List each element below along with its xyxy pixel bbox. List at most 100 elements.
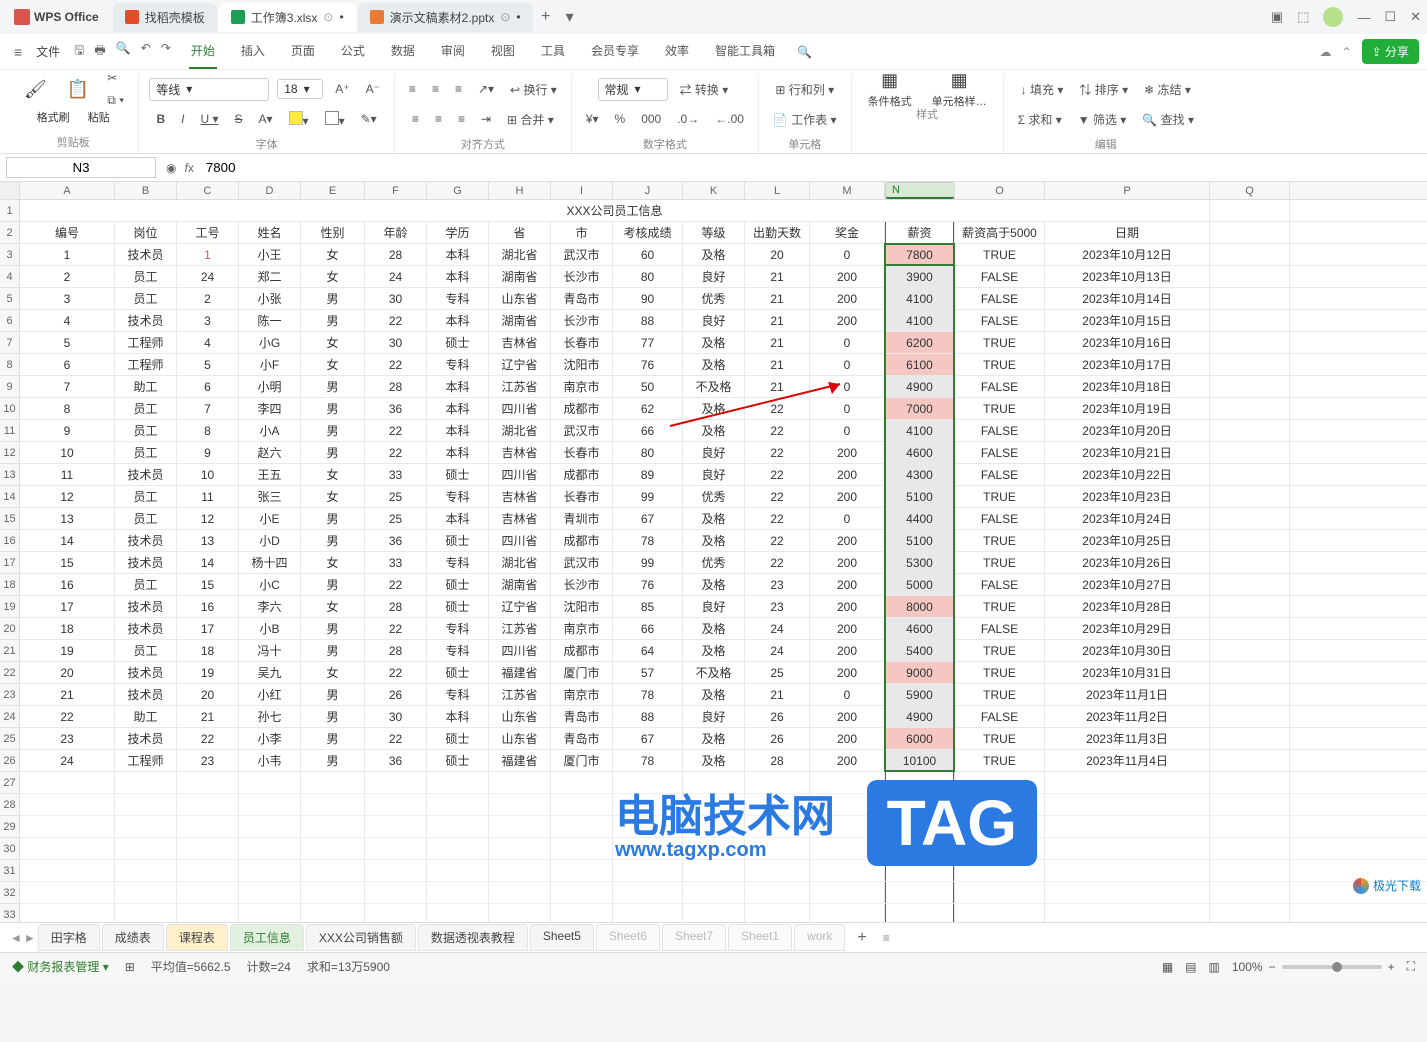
cell[interactable]: 4600 bbox=[885, 442, 955, 463]
menu-tab[interactable]: 视图 bbox=[489, 34, 517, 69]
font-size-select[interactable]: 18▾ bbox=[277, 79, 323, 99]
row-header[interactable]: 11 bbox=[0, 420, 20, 442]
menu-tab[interactable]: 智能工具箱 bbox=[713, 34, 777, 69]
cell[interactable]: 62 bbox=[613, 398, 683, 419]
cell[interactable]: 女 bbox=[301, 332, 365, 353]
menu-tab[interactable]: 页面 bbox=[289, 34, 317, 69]
row-header[interactable]: 17 bbox=[0, 552, 20, 574]
cell[interactable]: 长沙市 bbox=[551, 574, 613, 595]
cell[interactable] bbox=[427, 794, 489, 815]
convert-button[interactable]: ⇄ 转换 ▾ bbox=[676, 79, 733, 100]
row-header[interactable]: 21 bbox=[0, 640, 20, 662]
share-button[interactable]: ⇪ 分享 bbox=[1362, 39, 1419, 64]
cell[interactable]: 工程师 bbox=[115, 332, 177, 353]
cell[interactable] bbox=[489, 838, 551, 859]
menu-tab[interactable]: 审阅 bbox=[439, 34, 467, 69]
cell[interactable]: 7 bbox=[177, 398, 239, 419]
conditional-format-button[interactable]: ▦条件格式 bbox=[862, 66, 918, 113]
cell[interactable]: 及格 bbox=[683, 640, 745, 661]
cell[interactable]: 技术员 bbox=[115, 596, 177, 617]
cell[interactable] bbox=[551, 904, 613, 922]
undo-icon[interactable]: ↶ bbox=[141, 41, 151, 62]
cell[interactable]: 专科 bbox=[427, 288, 489, 309]
cell[interactable]: 山东省 bbox=[489, 706, 551, 727]
cell[interactable]: 吉林省 bbox=[489, 442, 551, 463]
cell[interactable] bbox=[489, 904, 551, 922]
cell[interactable] bbox=[489, 794, 551, 815]
cell[interactable]: 及格 bbox=[683, 618, 745, 639]
row-header[interactable]: 32 bbox=[0, 882, 20, 904]
cell[interactable]: 2023年10月29日 bbox=[1045, 618, 1210, 639]
cell[interactable] bbox=[683, 882, 745, 903]
cell[interactable] bbox=[683, 860, 745, 881]
row-header[interactable]: 1 bbox=[0, 200, 20, 222]
italic-button[interactable]: I bbox=[177, 110, 188, 128]
cell[interactable] bbox=[885, 772, 955, 793]
cell[interactable]: 36 bbox=[365, 398, 427, 419]
wrap-text-button[interactable]: ↩ 换行 ▾ bbox=[506, 79, 561, 100]
cell[interactable] bbox=[745, 882, 810, 903]
cell[interactable]: 青岛市 bbox=[551, 288, 613, 309]
cell[interactable]: 年龄 bbox=[365, 222, 427, 243]
cell[interactable]: 19 bbox=[177, 662, 239, 683]
cell[interactable]: 良好 bbox=[683, 464, 745, 485]
column-header[interactable]: M bbox=[810, 182, 885, 199]
cell[interactable]: 女 bbox=[301, 662, 365, 683]
cell[interactable]: TRUE bbox=[955, 596, 1045, 617]
cell[interactable]: 0 bbox=[810, 332, 885, 353]
cell[interactable]: 57 bbox=[613, 662, 683, 683]
cell[interactable]: 女 bbox=[301, 596, 365, 617]
row-header[interactable]: 10 bbox=[0, 398, 20, 420]
cell[interactable] bbox=[955, 904, 1045, 922]
cell[interactable]: FALSE bbox=[955, 288, 1045, 309]
sheet-tab[interactable]: Sheet1 bbox=[728, 924, 792, 951]
cell[interactable]: 青岛市 bbox=[551, 728, 613, 749]
cell[interactable] bbox=[1210, 288, 1290, 309]
cell[interactable]: 80 bbox=[613, 266, 683, 287]
cell[interactable]: 200 bbox=[810, 662, 885, 683]
cell[interactable]: 22 bbox=[745, 420, 810, 441]
cell[interactable] bbox=[239, 860, 301, 881]
cell[interactable]: 辽宁省 bbox=[489, 354, 551, 375]
cell[interactable]: 20 bbox=[177, 684, 239, 705]
cell[interactable] bbox=[115, 904, 177, 922]
cell[interactable]: 5100 bbox=[885, 486, 955, 507]
border-button[interactable]: ▾ bbox=[321, 109, 349, 130]
cell[interactable]: 18 bbox=[177, 640, 239, 661]
cell[interactable] bbox=[239, 794, 301, 815]
cell[interactable] bbox=[955, 838, 1045, 859]
cell[interactable]: 男 bbox=[301, 442, 365, 463]
cell[interactable]: 江苏省 bbox=[489, 684, 551, 705]
cell[interactable] bbox=[613, 838, 683, 859]
cell[interactable] bbox=[20, 904, 115, 922]
cell[interactable]: 18 bbox=[20, 618, 115, 639]
cut-button[interactable]: ✂ bbox=[103, 69, 128, 87]
row-header[interactable]: 7 bbox=[0, 332, 20, 354]
cell[interactable]: 男 bbox=[301, 398, 365, 419]
cell[interactable]: 四川省 bbox=[489, 530, 551, 551]
cell[interactable]: 小明 bbox=[239, 376, 301, 397]
cell[interactable]: 技术员 bbox=[115, 618, 177, 639]
cell[interactable]: TRUE bbox=[955, 332, 1045, 353]
cell[interactable]: 员工 bbox=[115, 288, 177, 309]
cell[interactable]: 及格 bbox=[683, 574, 745, 595]
cell[interactable]: 22 bbox=[745, 508, 810, 529]
cell[interactable]: 4 bbox=[20, 310, 115, 331]
cell[interactable] bbox=[301, 882, 365, 903]
cell[interactable]: 6200 bbox=[885, 332, 955, 353]
cell[interactable]: 28 bbox=[745, 750, 810, 771]
row-header[interactable]: 19 bbox=[0, 596, 20, 618]
zoom-level[interactable]: 100% bbox=[1232, 960, 1263, 974]
cell[interactable]: 25 bbox=[365, 508, 427, 529]
cell[interactable] bbox=[1210, 442, 1290, 463]
cell[interactable] bbox=[239, 838, 301, 859]
cell[interactable] bbox=[115, 816, 177, 837]
cell[interactable]: 4300 bbox=[885, 464, 955, 485]
cell[interactable]: 工号 bbox=[177, 222, 239, 243]
cell[interactable]: 专科 bbox=[427, 684, 489, 705]
cell[interactable]: 员工 bbox=[115, 398, 177, 419]
cell[interactable]: 8 bbox=[20, 398, 115, 419]
cell[interactable] bbox=[1210, 354, 1290, 375]
cell[interactable]: 5900 bbox=[885, 684, 955, 705]
cell[interactable]: 长沙市 bbox=[551, 266, 613, 287]
